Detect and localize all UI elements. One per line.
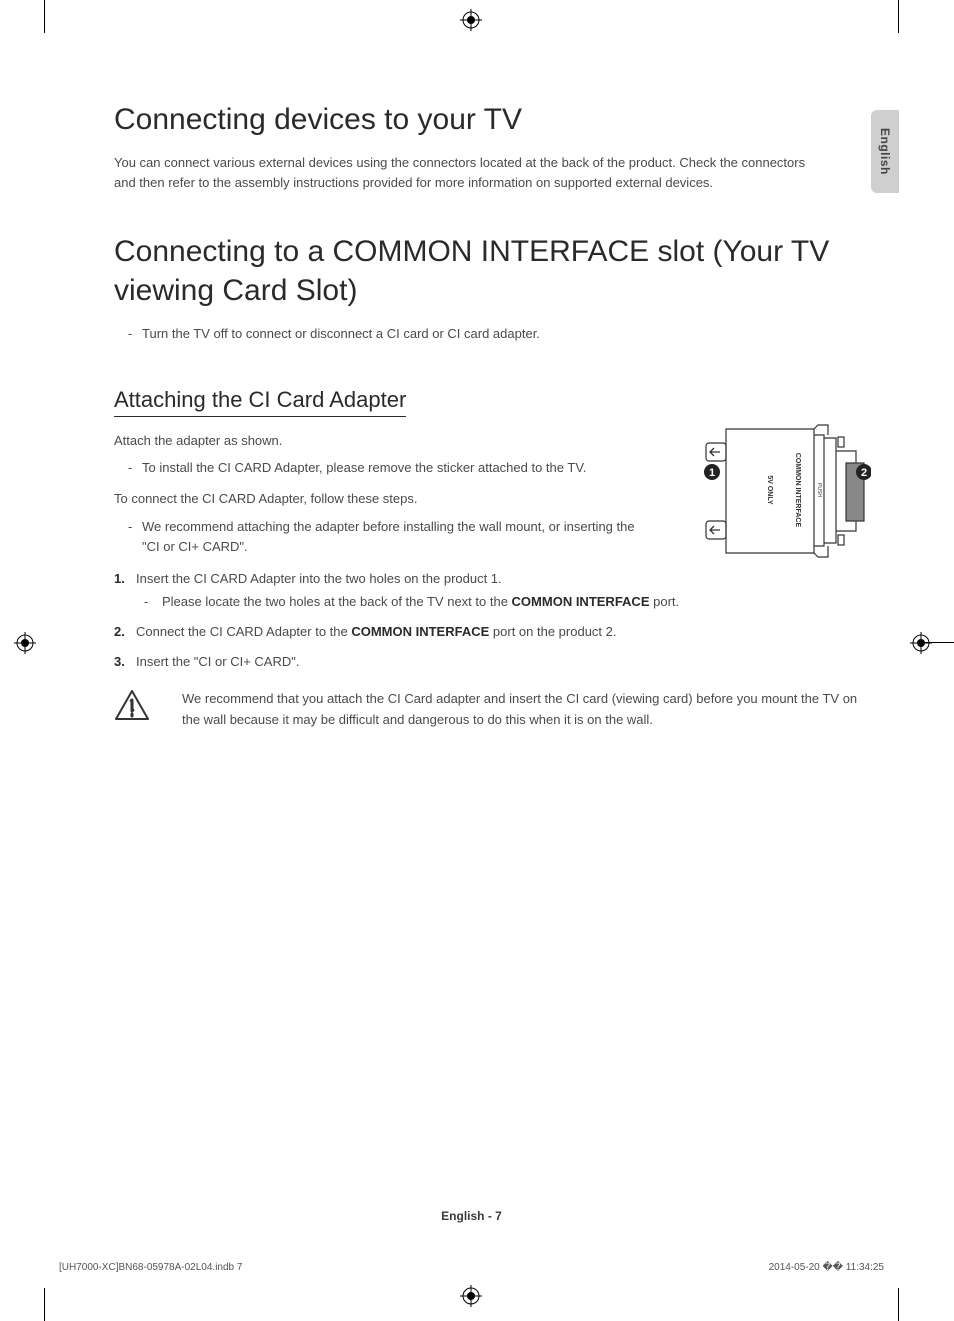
page-number: English - 7	[44, 1209, 899, 1223]
registration-mark-icon	[460, 1285, 482, 1307]
crop-mark	[44, 1288, 45, 1321]
heading-common-interface: Connecting to a COMMON INTERFACE slot (Y…	[114, 232, 869, 310]
connect-bullet-list: We recommend attaching the adapter befor…	[114, 517, 654, 559]
step-2: Connect the CI CARD Adapter to the COMMO…	[114, 621, 869, 643]
caution-icon	[114, 689, 150, 726]
attach-intro: Attach the adapter as shown.	[114, 431, 654, 451]
caution-text: We recommend that you attach the CI Card…	[182, 689, 869, 731]
diagram-marker-1: 1	[709, 467, 715, 479]
registration-mark-icon	[460, 9, 482, 31]
language-tab-label: English	[878, 128, 892, 175]
diagram-label-ci: COMMON INTERFACE	[794, 453, 801, 528]
crop-mark	[44, 0, 45, 33]
step-1: Insert the CI CARD Adapter into the two …	[114, 568, 869, 613]
diagram-label-5v: 5V ONLY	[766, 475, 773, 505]
heading-connecting-devices: Connecting devices to your TV	[114, 100, 869, 139]
language-tab: English	[871, 110, 899, 193]
diagram-marker-2: 2	[861, 467, 867, 479]
crop-mark	[898, 0, 899, 33]
crop-mark	[898, 1288, 899, 1321]
diagram-label-push: PUSH	[816, 483, 822, 497]
step-1-sub: Please locate the two holes at the back …	[144, 592, 869, 613]
caution-block: We recommend that you attach the CI Card…	[114, 689, 869, 731]
attach-bullet-item: To install the CI CARD Adapter, please r…	[128, 458, 654, 479]
intro-paragraph: You can connect various external devices…	[114, 153, 814, 192]
page-frame: English Connecting devices to your TV Yo…	[44, 45, 899, 1276]
doc-footer-timestamp: 2014-05-20 �� 11:34:25	[769, 1262, 884, 1273]
attach-section: 1 2 5V ONLY COMMON INTERFACE PUSH Attach…	[114, 431, 869, 731]
document-footer: [UH7000-XC]BN68-05978A-02L04.indb 7 2014…	[59, 1262, 884, 1273]
ci-prereq-list: Turn the TV off to connect or disconnect…	[114, 324, 869, 345]
steps-list: Insert the CI CARD Adapter into the two …	[114, 568, 869, 673]
registration-mark-icon	[14, 632, 36, 654]
doc-footer-filename: [UH7000-XC]BN68-05978A-02L04.indb 7	[59, 1262, 242, 1273]
step-1-text: Insert the CI CARD Adapter into the two …	[136, 571, 502, 586]
ci-prereq-item: Turn the TV off to connect or disconnect…	[128, 324, 869, 345]
content-area: Connecting devices to your TV You can co…	[114, 100, 869, 731]
connect-intro: To connect the CI CARD Adapter, follow t…	[114, 489, 654, 509]
ci-adapter-diagram: 1 2 5V ONLY COMMON INTERFACE PUSH	[696, 423, 871, 573]
connect-bullet-item: We recommend attaching the adapter befor…	[128, 517, 654, 559]
subheading-attach-adapter: Attaching the CI Card Adapter	[114, 387, 406, 417]
registration-mark-icon	[910, 632, 932, 654]
attach-bullet-list: To install the CI CARD Adapter, please r…	[114, 458, 654, 479]
step-3: Insert the "CI or CI+ CARD".	[114, 651, 869, 673]
